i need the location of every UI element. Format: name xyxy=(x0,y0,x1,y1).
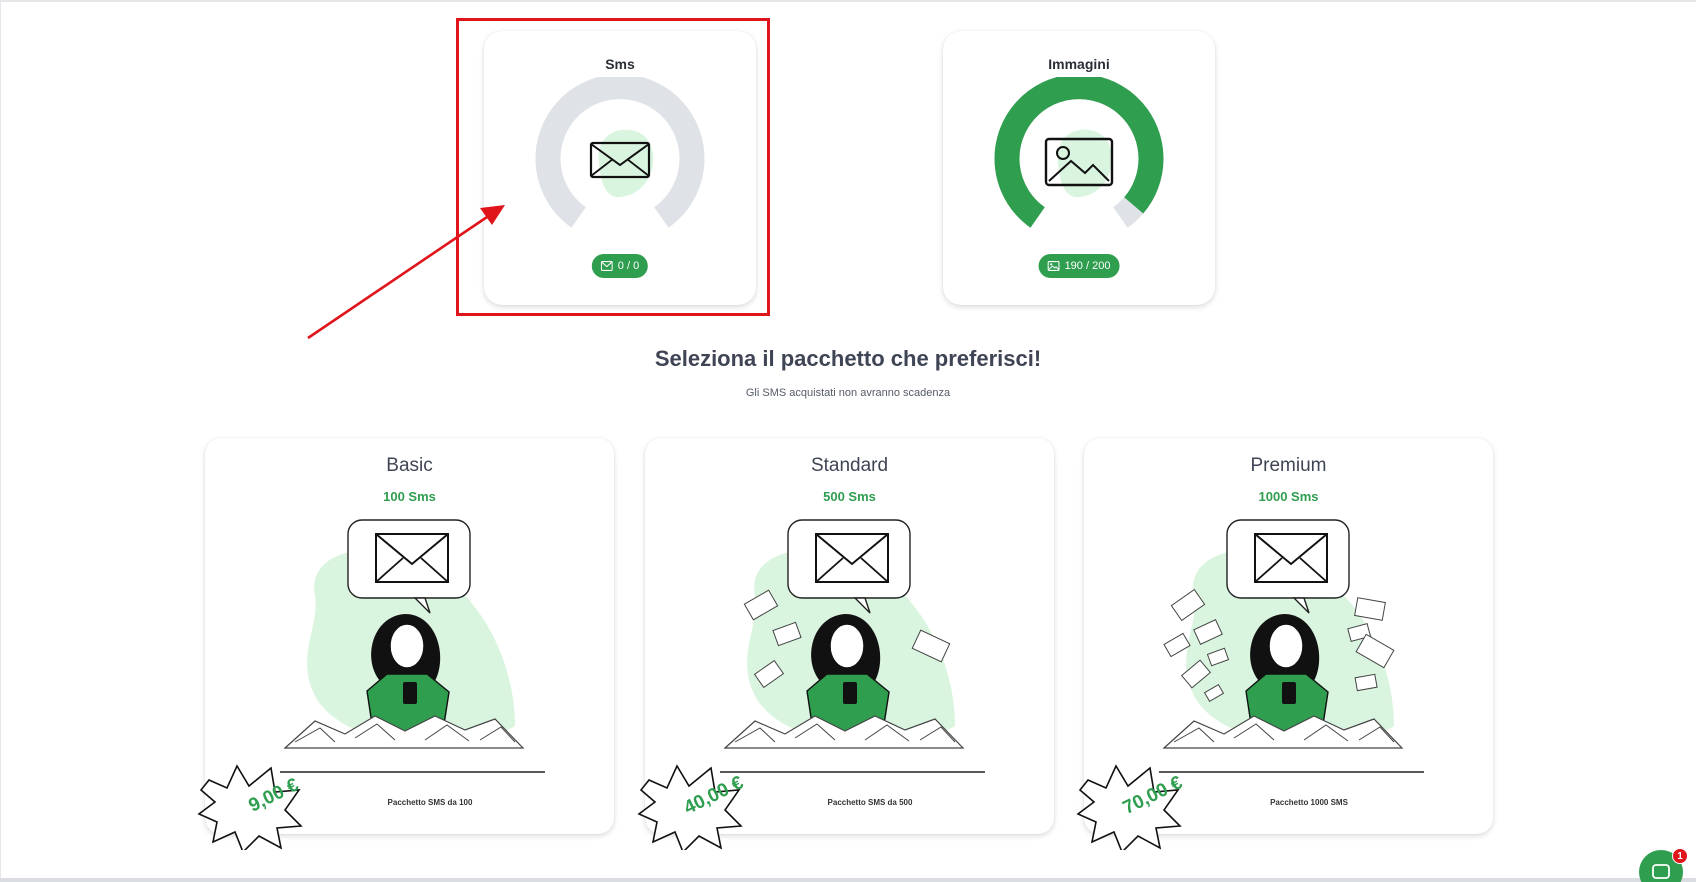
page-heading: Seleziona il pacchetto che preferisci! xyxy=(654,346,1042,371)
package-quantity: 1000 Sms xyxy=(1258,489,1319,504)
package-description: Pacchetto 1000 SMS xyxy=(1270,798,1348,807)
images-usage-title: Immagini xyxy=(1048,56,1110,72)
package-description: Pacchetto SMS da 500 xyxy=(827,798,913,807)
page-subheading: Gli SMS acquistati non avranno scadenza xyxy=(745,387,951,399)
window-top-border xyxy=(0,0,1696,2)
annotation-arrow-icon xyxy=(307,205,505,340)
package-card-standard[interactable]: Standard 500 Sms 40,00 € Pacchetto SMS d… xyxy=(637,438,1054,850)
package-description: Pacchetto SMS da 100 xyxy=(387,798,473,807)
package-name: Standard xyxy=(810,455,889,476)
images-usage-counter: 190 / 200 xyxy=(1038,254,1120,278)
woman-reading-sms-illustration xyxy=(1159,519,1424,773)
woman-reading-sms-illustration xyxy=(280,519,545,773)
window-bottom-border xyxy=(0,878,1696,882)
images-usage-gauge xyxy=(994,77,1164,228)
image-icon xyxy=(1047,261,1060,271)
package-name: Basic xyxy=(386,455,433,476)
chat-icon xyxy=(1652,864,1670,879)
images-usage-card: Immagini 190 / 200 xyxy=(943,31,1215,305)
package-quantity: 500 Sms xyxy=(823,489,876,504)
package-quantity: 100 Sms xyxy=(383,489,436,504)
woman-reading-sms-illustration xyxy=(720,519,985,773)
package-card-premium[interactable]: Premium 1000 Sms 70,00 € Pacchetto 1000 … xyxy=(1076,438,1493,850)
package-card-basic[interactable]: Basic 100 Sms 9,00 € Pacchetto SMS da 10… xyxy=(197,438,614,850)
images-usage-count: 190 / 200 xyxy=(1064,260,1111,272)
window-left-border xyxy=(0,0,1,882)
chat-notification-badge: 1 xyxy=(1672,848,1688,864)
package-name: Premium xyxy=(1250,455,1327,476)
